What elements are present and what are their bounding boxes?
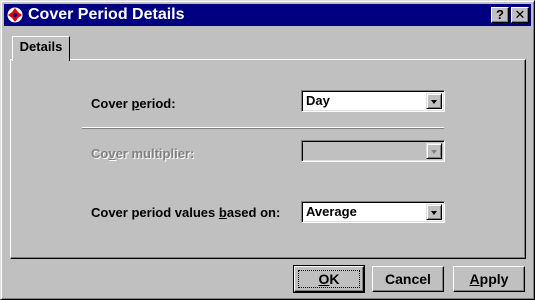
cover-period-dropdown-button[interactable] <box>426 93 442 109</box>
dialog-window: Cover Period Details ? ✕ Details Cover p… <box>0 0 535 300</box>
cover-period-select[interactable]: Day <box>301 90 445 112</box>
cover-multiplier-dropdown-button <box>426 143 442 159</box>
app-icon <box>7 7 23 23</box>
close-button[interactable]: ✕ <box>511 7 529 23</box>
details-panel <box>10 59 526 259</box>
cover-period-values-based-on-label: Cover period values based on: <box>91 205 281 220</box>
window-title: Cover Period Details <box>28 6 185 23</box>
cover-multiplier-select <box>301 140 445 162</box>
chevron-down-icon <box>431 100 437 104</box>
cover-period-values-based-on-dropdown-button[interactable] <box>426 204 442 220</box>
apply-button[interactable]: Apply <box>453 266 525 292</box>
cover-period-label: Cover period: <box>91 96 176 111</box>
chevron-down-icon <box>431 211 437 215</box>
tab-details[interactable]: Details <box>12 36 70 61</box>
cover-period-values-based-on-select[interactable]: Average <box>301 201 445 223</box>
separator <box>82 127 444 129</box>
help-button[interactable]: ? <box>491 7 509 23</box>
cover-multiplier-label: Cover multiplier: <box>91 146 195 161</box>
cancel-button[interactable]: Cancel <box>372 266 444 292</box>
chevron-down-icon <box>431 150 437 154</box>
tab-details-label: Details <box>19 39 63 54</box>
cover-period-value: Day <box>306 93 330 108</box>
close-icon: ✕ <box>514 7 526 22</box>
help-icon: ? <box>496 7 504 22</box>
cover-period-values-based-on-value: Average <box>306 204 357 219</box>
title-bar[interactable]: Cover Period Details ? ✕ <box>4 4 531 26</box>
ok-button[interactable]: OK <box>293 265 365 293</box>
